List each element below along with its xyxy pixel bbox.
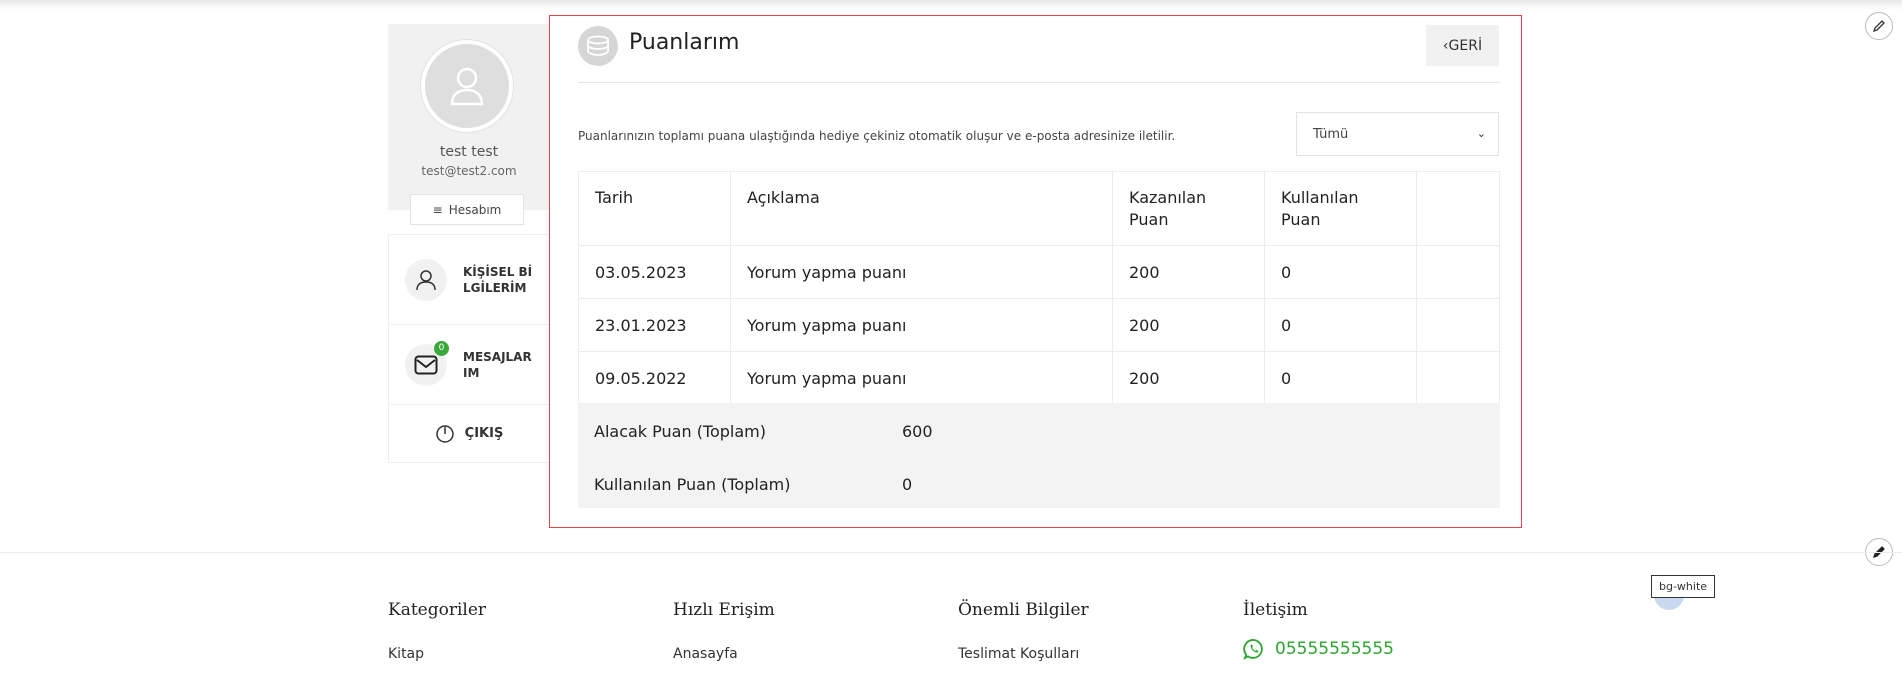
footer-link-delivery-terms[interactable]: Teslimat Koşulları xyxy=(958,646,1089,662)
table-row: 09.05.2022 Yorum yapma puanı 200 0 xyxy=(578,351,1500,405)
cell-description: Yorum yapma puanı xyxy=(730,351,1113,405)
column-header-empty xyxy=(1416,171,1500,246)
cell-used: 0 xyxy=(1264,351,1417,405)
footer-column-contact: İletişim 05555555555 xyxy=(1243,600,1394,660)
column-header-date: Tarih xyxy=(578,171,731,246)
cell-empty xyxy=(1416,245,1500,299)
footer-column-quick-access: Hızlı Erişim Anasayfa xyxy=(673,600,775,662)
cell-description: Yorum yapma puanı xyxy=(730,245,1113,299)
receivable-total-value: 600 xyxy=(902,422,933,441)
column-header-used: Kullanılan Puan xyxy=(1264,171,1417,246)
user-icon xyxy=(450,67,484,106)
avatar xyxy=(421,40,513,132)
footer-heading: Hızlı Erişim xyxy=(673,600,775,620)
profile-card: test test test@test2.com ≡ Hesabım xyxy=(388,24,550,225)
coins-icon xyxy=(578,26,618,66)
account-menu: KİŞİSEL BİLGİLERİM 0 MESAJLARIM ÇIKIŞ xyxy=(388,234,550,463)
points-summary: Alacak Puan (Toplam) 600 Kullanılan Puan… xyxy=(578,403,1500,508)
message-count-badge: 0 xyxy=(434,340,449,356)
top-shadow xyxy=(0,0,1902,10)
title-divider xyxy=(578,82,1500,83)
class-tooltip: bg-white xyxy=(1651,575,1716,598)
footer-heading: İletişim xyxy=(1243,600,1308,620)
footer-phone-link[interactable]: 05555555555 xyxy=(1243,638,1394,660)
sidebar-item-label: KİŞİSEL BİLGİLERİM xyxy=(463,264,533,295)
used-total-row: Kullanılan Puan (Toplam) 0 xyxy=(594,475,912,494)
sidebar-item-personal-info[interactable]: KİŞİSEL BİLGİLERİM xyxy=(389,235,549,325)
power-icon xyxy=(435,424,454,443)
edit-pencil-button[interactable] xyxy=(1865,12,1893,40)
points-filter-select[interactable]: Tümü ⌄ xyxy=(1296,112,1499,156)
back-button[interactable]: ‹ GERİ xyxy=(1426,25,1499,66)
filter-selected-value: Tümü xyxy=(1313,126,1349,142)
table-row: 23.01.2023 Yorum yapma puanı 200 0 xyxy=(578,298,1500,352)
cell-date: 03.05.2023 xyxy=(578,245,731,299)
cell-earned: 200 xyxy=(1112,298,1265,352)
footer-divider xyxy=(0,552,1902,553)
footer-heading: Önemli Bilgiler xyxy=(958,600,1089,620)
account-sidebar: test test test@test2.com ≡ Hesabım KİŞİS… xyxy=(388,24,550,463)
menu-icon: ≡ xyxy=(432,202,443,217)
points-info-text: Puanlarınızın toplamı puana ulaştığında … xyxy=(578,129,1176,143)
points-table: Tarih Açıklama Kazanılan Puan Kullanılan… xyxy=(578,171,1500,405)
chevron-down-icon: ⌄ xyxy=(1476,127,1486,140)
user-email: test@test2.com xyxy=(421,164,517,178)
footer-column-categories: Kategoriler Kitap xyxy=(388,600,486,662)
cell-used: 0 xyxy=(1264,298,1417,352)
user-name: test test xyxy=(439,144,499,160)
points-panel: Puanlarım ‹ GERİ Puanlarınızın toplamı p… xyxy=(549,15,1522,528)
whatsapp-icon xyxy=(1243,639,1263,660)
cell-description: Yorum yapma puanı xyxy=(730,298,1113,352)
table-row: 03.05.2023 Yorum yapma puanı 200 0 xyxy=(578,245,1500,299)
used-total-label: Kullanılan Puan (Toplam) xyxy=(594,475,791,494)
used-total-value: 0 xyxy=(902,475,913,494)
logout-label: ÇIKIŞ xyxy=(464,426,504,441)
footer-phone-number: 05555555555 xyxy=(1275,639,1394,659)
column-header-description: Açıklama xyxy=(730,171,1113,246)
sidebar-item-label: MESAJLARIM xyxy=(463,349,532,380)
person-icon xyxy=(405,258,447,301)
table-header-row: Tarih Açıklama Kazanılan Puan Kullanılan… xyxy=(578,171,1500,246)
cell-date: 23.01.2023 xyxy=(578,298,731,352)
pencil-icon xyxy=(1872,20,1885,33)
cell-empty xyxy=(1416,298,1500,352)
back-button-label: GERİ xyxy=(1448,37,1483,54)
footer-column-important-info: Önemli Bilgiler Teslimat Koşulları xyxy=(958,600,1089,662)
account-button[interactable]: ≡ Hesabım xyxy=(410,194,524,225)
page-title: Puanlarım xyxy=(629,30,740,55)
envelope-icon: 0 xyxy=(405,340,449,386)
column-header-earned: Kazanılan Puan xyxy=(1112,171,1265,246)
footer-heading: Kategoriler xyxy=(388,600,487,620)
footer-link-book[interactable]: Kitap xyxy=(388,646,486,662)
cell-earned: 200 xyxy=(1112,351,1265,405)
receivable-total-row: Alacak Puan (Toplam) 600 xyxy=(594,422,933,441)
cell-used: 0 xyxy=(1264,245,1417,299)
sidebar-item-messages[interactable]: 0 MESAJLARIM xyxy=(389,325,549,405)
cell-earned: 200 xyxy=(1112,245,1265,299)
receivable-total-label: Alacak Puan (Toplam) xyxy=(594,422,767,441)
cell-date: 09.05.2022 xyxy=(578,351,731,405)
cell-empty xyxy=(1416,351,1500,405)
footer-link-home[interactable]: Anasayfa xyxy=(673,646,775,662)
account-button-label: Hesabım xyxy=(448,202,502,217)
logout-button[interactable]: ÇIKIŞ xyxy=(389,405,549,462)
